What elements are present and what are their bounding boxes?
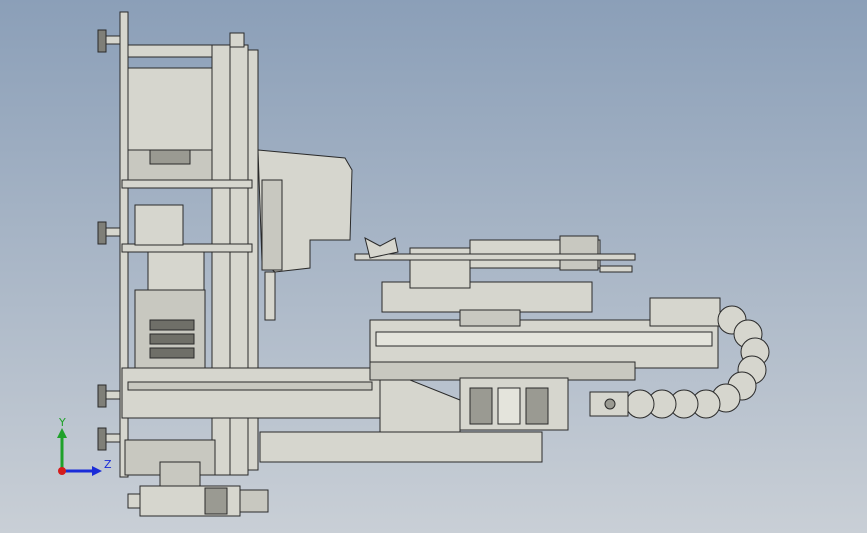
cylinder-cap xyxy=(239,489,269,513)
bracket-support xyxy=(261,179,283,271)
bracket-rod xyxy=(264,271,276,321)
z-axis-label: Z xyxy=(104,458,112,471)
z-axis-dot xyxy=(58,467,66,475)
y-axis-label: Y xyxy=(58,416,66,429)
leveling-foot-stem xyxy=(105,35,121,45)
leveling-foot xyxy=(97,221,107,245)
cylinder-rod-end xyxy=(127,493,141,509)
shaft-extension xyxy=(599,265,633,273)
leveling-foot xyxy=(97,384,107,408)
valve-row xyxy=(149,347,195,359)
cylinder-port xyxy=(204,487,228,515)
motor-end-cap xyxy=(559,235,599,271)
top-cross-bar[interactable] xyxy=(127,44,219,58)
cylinder-mount xyxy=(159,461,201,487)
valve-row xyxy=(149,319,195,331)
valve-row xyxy=(149,333,195,345)
leveling-foot xyxy=(97,29,107,53)
chain-pivot xyxy=(604,398,616,410)
linear-module-slot xyxy=(375,331,713,347)
cad-drawing: Y Z xyxy=(0,0,867,533)
chain-link xyxy=(625,389,655,419)
tool-mount-plate xyxy=(459,309,521,327)
leveling-foot-stem xyxy=(105,390,121,400)
leveling-foot xyxy=(97,427,107,451)
carriage-segment xyxy=(469,387,493,425)
bottom-beam[interactable] xyxy=(259,431,543,463)
beam-slot xyxy=(127,381,373,391)
cad-viewport[interactable]: Y Z xyxy=(0,0,867,533)
chain-bracket xyxy=(649,297,721,327)
mid-cross-bar-1[interactable] xyxy=(121,179,253,189)
module-lower-rail xyxy=(369,361,636,381)
spindle-shaft[interactable] xyxy=(354,253,636,261)
connector-block xyxy=(149,149,191,165)
mid-housing[interactable] xyxy=(134,204,184,246)
carriage-segment xyxy=(525,387,549,425)
horizontal-beam[interactable] xyxy=(121,367,381,419)
carriage-segment xyxy=(497,387,521,425)
leveling-foot-stem xyxy=(105,227,121,237)
top-bracket xyxy=(229,32,245,48)
leveling-foot-stem xyxy=(105,433,121,443)
